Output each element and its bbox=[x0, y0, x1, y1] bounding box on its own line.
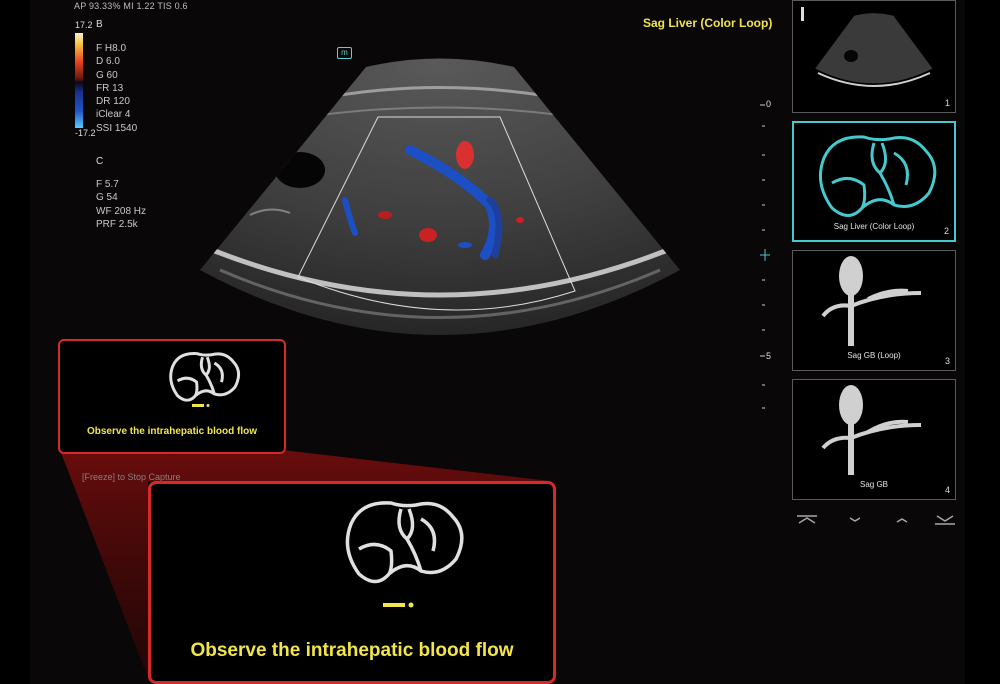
thumbnail-4[interactable]: Sag GB 4 bbox=[792, 379, 956, 500]
callout-caption: Observe the intrahepatic blood flow bbox=[86, 426, 258, 437]
b-param: FR 13 bbox=[96, 82, 124, 94]
thumbnail-number: 2 bbox=[943, 226, 949, 236]
c-param: G 54 bbox=[96, 192, 118, 204]
thumbnail-scroll-controls bbox=[797, 515, 955, 525]
probe-marker-icon bbox=[383, 602, 414, 608]
thumbnail-label: Sag GB (Loop) bbox=[847, 351, 901, 360]
thumbnail-label: Sag GB bbox=[859, 480, 888, 489]
color-bar-min: -17.2 bbox=[75, 128, 96, 138]
thumbnail-number: 1 bbox=[944, 98, 950, 108]
mode-title: Sag Liver (Color Loop) bbox=[643, 16, 773, 30]
b-param: F H8.0 bbox=[96, 43, 127, 54]
acoustic-output-info: AP 93.33% MI 1.22 TIS 0.6 bbox=[74, 1, 188, 11]
thumbnail-1-image bbox=[801, 7, 933, 87]
b-mode-section-title: B bbox=[96, 19, 103, 30]
scroll-first-icon[interactable] bbox=[797, 515, 817, 524]
thumbnail-3[interactable]: Sag GB (Loop) 3 bbox=[792, 250, 956, 371]
depth-label-top: 0 bbox=[766, 99, 772, 109]
ultrasound-image[interactable] bbox=[190, 55, 690, 355]
thumbnail-2[interactable]: Sag Liver (Color Loop) 2 bbox=[792, 121, 956, 242]
b-param: SSI 1540 bbox=[96, 122, 138, 134]
c-param: WF 208 Hz bbox=[96, 205, 147, 217]
gallbladder-icon bbox=[821, 256, 922, 346]
probe-marker-icon bbox=[192, 404, 210, 407]
depth-scale bbox=[760, 104, 770, 409]
liver-icon bbox=[345, 501, 464, 584]
b-param: D 6.0 bbox=[96, 56, 120, 68]
thumbnail-number: 3 bbox=[944, 356, 950, 366]
color-bar-max: 17.2 bbox=[75, 20, 93, 30]
scroll-up-icon[interactable] bbox=[896, 518, 908, 523]
b-param: iClear 4 bbox=[96, 109, 131, 121]
color-mode-params: F 5.7 G 54 WF 208 Hz PRF 2.5k bbox=[96, 178, 146, 231]
b-param: DR 120 bbox=[96, 96, 130, 108]
callout-small: Observe the intrahepatic blood flow bbox=[58, 339, 286, 454]
callout-caption-large: Observe the intrahepatic blood flow bbox=[190, 640, 514, 661]
thumbnail-1[interactable]: 1 bbox=[792, 0, 956, 113]
c-param: F 5.7 bbox=[96, 179, 119, 190]
scroll-down-icon[interactable] bbox=[849, 517, 861, 522]
gallbladder-icon bbox=[821, 385, 922, 475]
thumbnail-number: 4 bbox=[944, 485, 950, 495]
b-mode-params: F H8.0 D 6.0 G 60 FR 13 DR 120 iClear 4 … bbox=[96, 42, 137, 135]
depth-label-middle: 5 bbox=[766, 351, 772, 361]
color-velocity-bar bbox=[75, 33, 83, 128]
scroll-last-icon[interactable] bbox=[935, 515, 955, 525]
c-param: PRF 2.5k bbox=[96, 218, 138, 230]
b-param: G 60 bbox=[96, 69, 118, 81]
callout-large: Observe the intrahepatic blood flow bbox=[148, 481, 556, 684]
color-mode-section-title: C bbox=[96, 156, 104, 167]
thumbnail-label: Sag Liver (Color Loop) bbox=[833, 222, 915, 231]
